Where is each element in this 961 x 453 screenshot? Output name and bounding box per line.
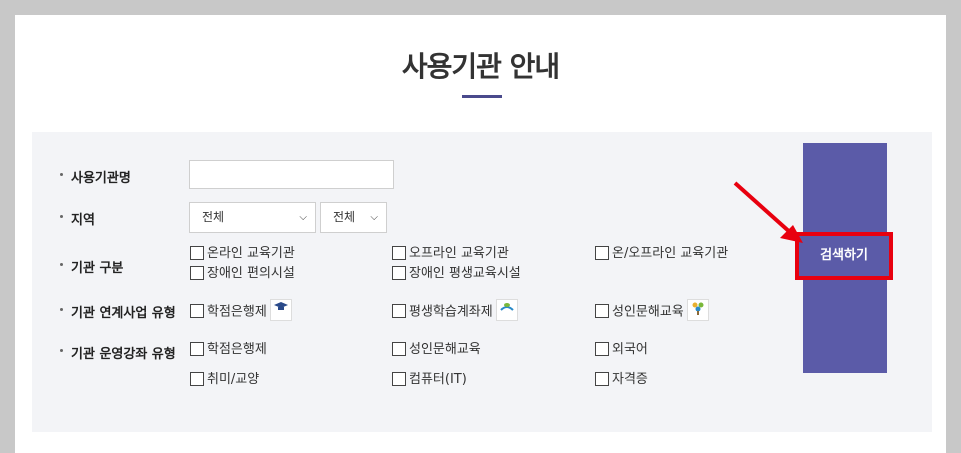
bullet-icon xyxy=(60,173,63,176)
graduation-cap-icon xyxy=(269,299,292,321)
name-input[interactable] xyxy=(189,160,394,189)
name-label-text: 사용기관명 xyxy=(71,171,131,186)
type-offline-checkbox[interactable]: 오프라인 교육기관 xyxy=(392,245,509,262)
checkbox-label: 평생학습계좌제 xyxy=(409,304,493,320)
bullet-icon xyxy=(60,263,63,266)
checkbox-label: 취미/교양 xyxy=(207,372,260,387)
checkbox-box[interactable] xyxy=(392,265,406,280)
region-label-text: 지역 xyxy=(71,213,95,228)
search-button[interactable]: 검색하기 xyxy=(795,232,893,280)
course-foreign-language-checkbox[interactable]: 외국어 xyxy=(595,341,648,358)
red-arrow-icon xyxy=(733,181,803,243)
program-adult-literacy-checkbox[interactable]: 성인문해교육 xyxy=(595,299,709,323)
region-secondary-value: 전체 xyxy=(333,210,356,224)
bullet-icon xyxy=(60,349,63,352)
checkbox-box[interactable] xyxy=(595,341,609,356)
type-online-checkbox[interactable]: 온라인 교육기관 xyxy=(190,245,295,262)
course-label: 기관 운영강좌 유형 xyxy=(60,343,176,362)
type-label: 기관 구분 xyxy=(60,257,123,276)
chevron-down-icon: ⌵ xyxy=(370,212,378,223)
course-label-text: 기관 운영강좌 유형 xyxy=(71,347,176,362)
checkbox-label: 외국어 xyxy=(612,342,648,357)
page-title: 사용기관 안내 xyxy=(401,50,560,83)
checkbox-label: 장애인 편의시설 xyxy=(207,266,295,281)
program-label: 기관 연계사업 유형 xyxy=(60,302,176,321)
checkbox-box[interactable] xyxy=(392,245,406,260)
bullet-icon xyxy=(60,308,63,311)
region-secondary-select[interactable]: 전체 ⌵ xyxy=(320,202,387,233)
checkbox-box[interactable] xyxy=(595,245,609,260)
checkbox-label: 자격증 xyxy=(612,372,648,387)
checkbox-label: 성인문해교육 xyxy=(409,342,481,357)
type-disability-edu-checkbox[interactable]: 장애인 평생교육시설 xyxy=(392,265,521,282)
course-certificate-checkbox[interactable]: 자격증 xyxy=(595,371,648,388)
program-label-text: 기관 연계사업 유형 xyxy=(71,306,176,321)
course-adult-literacy-checkbox[interactable]: 성인문해교육 xyxy=(392,341,481,358)
checkbox-box[interactable] xyxy=(392,371,406,386)
checkbox-label: 학점은행제 xyxy=(207,304,267,320)
type-label-text: 기관 구분 xyxy=(71,261,124,276)
course-computer-checkbox[interactable]: 컴퓨터(IT) xyxy=(392,371,467,388)
program-credit-bank-checkbox[interactable]: 학점은행제 xyxy=(190,299,292,323)
checkbox-label: 학점은행제 xyxy=(207,342,267,357)
name-label: 사용기관명 xyxy=(60,167,131,186)
region-label: 지역 xyxy=(60,209,95,228)
course-credit-bank-checkbox[interactable]: 학점은행제 xyxy=(190,341,267,358)
checkbox-box[interactable] xyxy=(392,304,406,318)
course-hobby-checkbox[interactable]: 취미/교양 xyxy=(190,371,260,388)
checkbox-box[interactable] xyxy=(190,341,204,356)
checkbox-box[interactable] xyxy=(595,304,609,318)
region-primary-select[interactable]: 전체 ⌵ xyxy=(189,202,316,233)
checkbox-label: 온라인 교육기관 xyxy=(207,246,295,261)
checkbox-label: 장애인 평생교육시설 xyxy=(409,266,521,281)
type-disability-facility-checkbox[interactable]: 장애인 편의시설 xyxy=(190,265,295,282)
checkbox-box[interactable] xyxy=(190,304,204,318)
checkbox-label: 오프라인 교육기관 xyxy=(409,246,509,261)
checkbox-box[interactable] xyxy=(595,371,609,386)
checkbox-box[interactable] xyxy=(190,245,204,260)
checkbox-box[interactable] xyxy=(190,265,204,280)
type-onoff-checkbox[interactable]: 온/오프라인 교육기관 xyxy=(595,245,729,262)
checkbox-label: 온/오프라인 교육기관 xyxy=(612,246,729,261)
tree-icon xyxy=(686,299,709,321)
bullet-icon xyxy=(60,215,63,218)
book-leaf-icon xyxy=(495,299,518,321)
chevron-down-icon: ⌵ xyxy=(299,212,307,223)
title-underline xyxy=(462,95,502,98)
checkbox-box[interactable] xyxy=(392,341,406,356)
checkbox-label: 성인문해교육 xyxy=(612,304,684,320)
checkbox-label: 컴퓨터(IT) xyxy=(409,372,467,387)
checkbox-box[interactable] xyxy=(190,371,204,386)
region-primary-value: 전체 xyxy=(202,210,225,224)
program-lifelong-account-checkbox[interactable]: 평생학습계좌제 xyxy=(392,299,518,323)
